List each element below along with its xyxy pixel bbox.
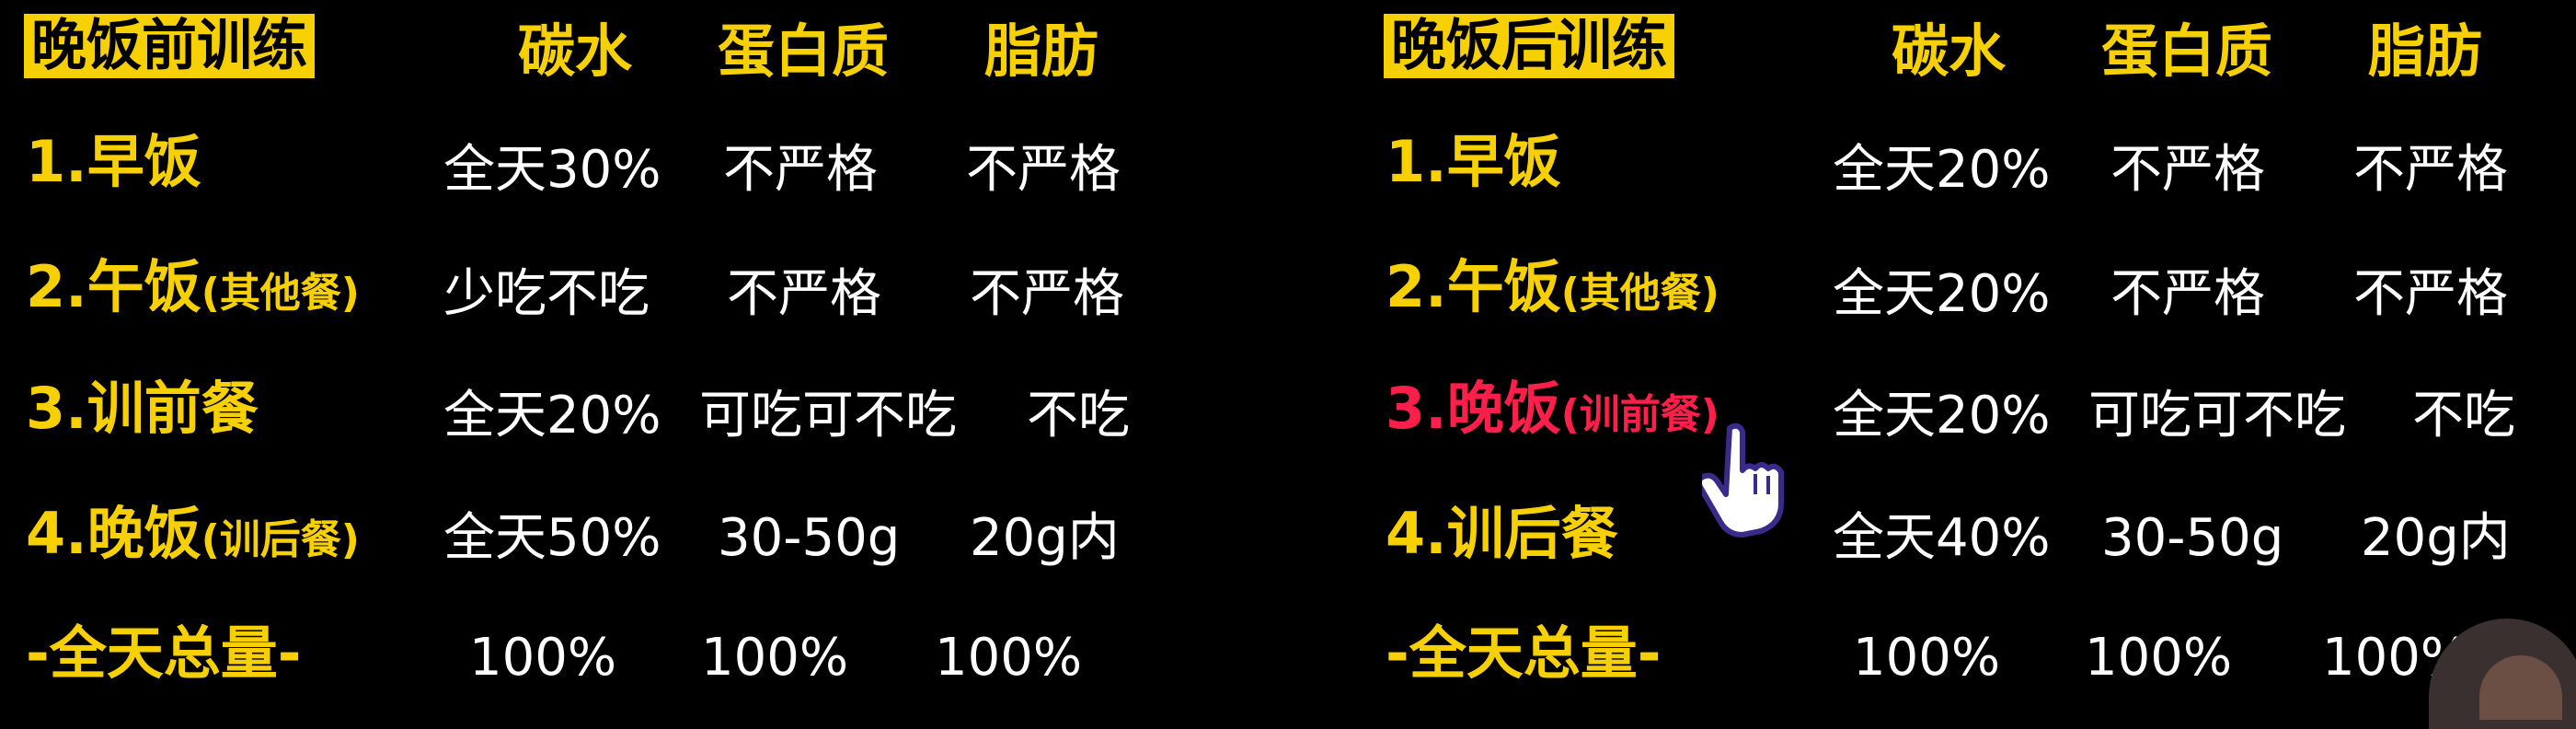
right-cell-fat: 不严格 [2353,140,2508,200]
left-cell-fat: 不严格 [970,264,1124,324]
right-cell-carbs: 全天20% [1833,264,2051,324]
right-cell-carbs: 全天20% [1833,386,2051,446]
left-cell-protein: 可吃可不吃 [699,386,957,446]
left-header-protein: 蛋白质 [718,17,890,85]
right-row-label-highlighted: 3.晚饭(训前餐) [1386,375,1719,442]
right-panel-title: 晚饭后训练 [1384,14,1674,78]
right-row-total-label: -全天总量- [1386,619,1662,687]
left-panel-title: 晚饭前训练 [24,14,315,78]
left-cell-fat: 不吃 [1027,386,1130,446]
left-header-fat: 脂肪 [984,17,1099,85]
left-row-label: 2.午饭(其他餐) [26,253,360,320]
left-header-carbs: 碳水 [518,17,633,85]
left-row-label: 1.早饭 [26,128,201,195]
right-cell-carbs: 100% [1853,628,2001,688]
left-cell-protein: 30-50g [718,508,901,568]
left-cell-fat: 20g内 [970,508,1120,568]
left-row-label: 4.晚饭(训后餐) [26,500,360,567]
left-cell-protein: 100% [701,628,849,688]
right-cell-protein: 不严格 [2110,264,2265,324]
left-cell-carbs: 全天30% [443,140,661,200]
right-header-carbs: 碳水 [1892,17,2007,85]
left-cell-protein: 不严格 [723,140,878,200]
right-cell-protein: 100% [2085,628,2233,688]
left-cell-carbs: 全天20% [443,386,661,446]
left-cell-carbs: 少吃不吃 [443,264,650,324]
right-cell-fat: 不吃 [2412,386,2515,446]
left-cell-protein: 不严格 [727,264,881,324]
right-cell-fat: 不严格 [2353,264,2508,324]
right-header-protein: 蛋白质 [2101,17,2273,85]
hand-pointer-icon [1702,422,1784,538]
right-cell-protein: 可吃可不吃 [2088,386,2346,446]
right-row-label: 4.训后餐 [1386,500,1618,567]
right-row-label: 2.午饭(其他餐) [1386,253,1719,320]
left-row-label: 3.训前餐 [26,375,259,442]
left-cell-carbs: 全天50% [443,508,661,568]
left-cell-fat: 不严格 [966,140,1121,200]
left-panel-before-dinner-training: 晚饭前训练 碳水 蛋白质 脂肪 1.早饭 全天30% 不严格 不严格 2.午饭(… [0,0,1288,710]
right-cell-carbs: 全天40% [1833,508,2051,568]
right-cell-protein: 不严格 [2110,140,2265,200]
right-cell-carbs: 全天20% [1833,140,2051,200]
right-row-label: 1.早饭 [1386,128,1561,195]
right-header-fat: 脂肪 [2368,17,2483,85]
right-cell-fat: 20g内 [2361,508,2511,568]
right-panel-after-dinner-training: 晚饭后训练 碳水 蛋白质 脂肪 1.早饭 全天20% 不严格 不严格 2.午饭(… [1374,0,2576,710]
left-row-total-label: -全天总量- [26,619,302,687]
right-cell-protein: 30-50g [2101,508,2284,568]
left-cell-carbs: 100% [469,628,617,688]
left-cell-fat: 100% [935,628,1083,688]
